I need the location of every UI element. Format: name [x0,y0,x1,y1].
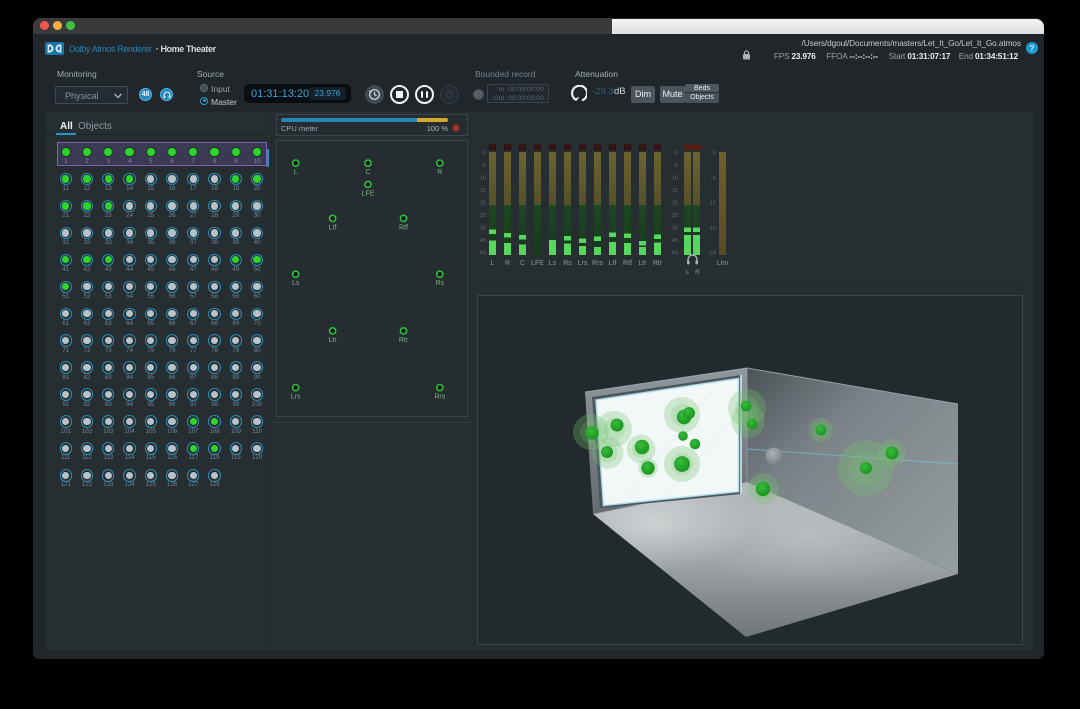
svg-text:Rs: Rs [436,280,445,287]
svg-text:-10: -10 [670,176,678,182]
svg-text:LFE: LFE [362,190,375,197]
svg-text:-20: -20 [478,201,486,207]
svg-text:Ltr: Ltr [329,337,338,344]
svg-text:-15: -15 [670,188,678,194]
svg-text:Ltr: Ltr [638,260,647,267]
svg-text:R: R [505,260,510,267]
svg-text:Ltf: Ltf [329,224,337,231]
svg-text:Ls: Ls [549,260,557,267]
svg-text:Rtr: Rtr [399,337,409,344]
svg-text:-15: -15 [478,188,486,194]
svg-text:-5: -5 [673,163,678,169]
svg-text:Rrs: Rrs [592,260,603,267]
svg-text:Rtf: Rtf [399,224,408,231]
svg-text:L: L [491,260,495,267]
svg-text:Ltf: Ltf [609,260,617,267]
svg-text:Rrs: Rrs [434,394,445,401]
svg-text:-12: -12 [708,201,716,207]
svg-text:-60: -60 [670,251,678,257]
svg-text:R: R [695,269,700,276]
svg-text:Lrs: Lrs [291,394,301,401]
svg-text:-25: -25 [670,213,678,219]
svg-text:R: R [437,169,442,176]
svg-text:-20: -20 [670,201,678,207]
svg-text:-45: -45 [670,238,678,244]
svg-text:-25: -25 [478,213,486,219]
svg-text:-10: -10 [478,176,486,182]
svg-text:-18: -18 [708,226,716,232]
svg-text:0: 0 [675,151,678,157]
svg-text:-45: -45 [478,238,486,244]
svg-text:Rtf: Rtf [623,260,632,267]
svg-text:L: L [686,269,690,276]
svg-text:-5: -5 [481,163,486,169]
svg-text:Ls: Ls [292,280,300,287]
svg-text:Lrs: Lrs [578,260,588,267]
svg-text:Lim: Lim [717,260,728,267]
svg-text:C: C [520,260,525,267]
svg-text:Rtr: Rtr [653,260,663,267]
svg-text:-24: -24 [708,251,716,257]
svg-text:0: 0 [713,151,716,157]
svg-text:0: 0 [483,151,486,157]
svg-text:-30: -30 [478,226,486,232]
svg-text:C: C [365,169,370,176]
svg-text:Rs: Rs [563,260,572,267]
svg-text:-60: -60 [478,251,486,257]
svg-text:LFE: LFE [531,260,544,267]
svg-text:-6: -6 [711,176,716,182]
svg-text:-30: -30 [670,226,678,232]
svg-text:L: L [294,169,298,176]
